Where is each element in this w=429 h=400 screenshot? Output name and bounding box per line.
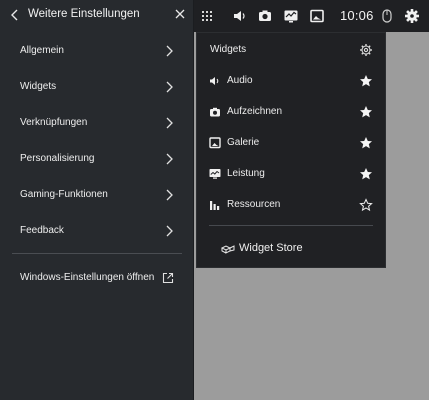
panel-title: Weitere Einstellungen	[28, 8, 140, 20]
settings-divider	[12, 253, 182, 254]
widget-item-label: Galerie	[227, 137, 260, 148]
chevron-right-icon	[166, 189, 173, 201]
chevron-right-icon	[166, 45, 173, 57]
camera-icon[interactable]	[255, 7, 275, 25]
chevron-right-icon	[166, 117, 173, 129]
settings-item-label: Gaming-Funktionen	[20, 189, 108, 200]
widget-menu-divider	[209, 225, 373, 226]
camera-icon	[210, 107, 220, 117]
back-arrow-icon[interactable]	[8, 7, 22, 23]
mouse-icon[interactable]	[377, 7, 397, 25]
star-filled-icon[interactable]	[359, 167, 373, 181]
widget-item-audio[interactable]: Audio	[197, 69, 385, 93]
settings-item-verknuepfungen[interactable]: Verknüpfungen	[0, 108, 194, 138]
settings-item-personalisierung[interactable]: Personalisierung	[0, 144, 194, 174]
widget-item-label: Leistung	[227, 168, 265, 179]
star-filled-icon[interactable]	[359, 136, 373, 150]
chevron-right-icon	[166, 225, 173, 237]
widget-menu: Widgets Audio Aufzeichnen Galerie Leistu…	[196, 32, 386, 268]
star-filled-icon[interactable]	[359, 74, 373, 88]
gear-icon[interactable]	[359, 43, 373, 57]
settings-item-label: Allgemein	[20, 45, 64, 56]
star-filled-icon[interactable]	[359, 105, 373, 119]
external-link-icon	[162, 272, 174, 284]
settings-item-gaming-funktionen[interactable]: Gaming-Funktionen	[0, 180, 194, 210]
close-icon[interactable]	[172, 6, 188, 22]
settings-item-label: Verknüpfungen	[20, 117, 88, 128]
widget-item-leistung[interactable]: Leistung	[197, 162, 385, 186]
widget-store-label: Widget Store	[239, 242, 303, 254]
performance-icon	[209, 169, 221, 179]
widget-store-icon	[221, 245, 235, 254]
settings-item-feedback[interactable]: Feedback	[0, 216, 194, 246]
windows-settings-link[interactable]: Windows-Einstellungen öffnen	[0, 263, 194, 293]
star-outline-icon[interactable]	[359, 198, 373, 212]
settings-item-label: Personalisierung	[20, 153, 95, 164]
clock: 10:06	[340, 8, 374, 23]
audio-icon[interactable]	[230, 7, 250, 25]
widget-item-aufzeichnen[interactable]: Aufzeichnen	[197, 100, 385, 124]
speaker-icon	[210, 77, 219, 85]
resources-icon	[210, 201, 220, 210]
settings-item-label: Feedback	[20, 225, 64, 236]
settings-panel: Weitere Einstellungen Allgemein Widgets …	[0, 0, 194, 400]
gear-icon[interactable]	[402, 7, 422, 25]
windows-settings-label: Windows-Einstellungen öffnen	[20, 272, 155, 283]
performance-icon[interactable]	[281, 7, 301, 25]
settings-item-widgets[interactable]: Widgets	[0, 72, 194, 102]
settings-header: Weitere Einstellungen	[0, 0, 194, 30]
gallery-icon	[209, 137, 221, 149]
chevron-right-icon	[166, 81, 173, 93]
gallery-icon[interactable]	[307, 7, 327, 25]
widget-item-label: Audio	[227, 75, 253, 86]
widget-item-label: Ressourcen	[227, 199, 281, 210]
widget-item-label: Aufzeichnen	[227, 106, 283, 117]
settings-item-allgemein[interactable]: Allgemein	[0, 36, 194, 66]
widget-menu-title: Widgets	[210, 44, 247, 55]
chevron-right-icon	[166, 153, 173, 165]
grid-icon[interactable]	[197, 7, 217, 25]
widget-item-galerie[interactable]: Galerie	[197, 131, 385, 155]
widget-store-button[interactable]: Widget Store	[197, 237, 385, 261]
widget-item-ressourcen[interactable]: Ressourcen	[197, 193, 385, 217]
widget-menu-header: Widgets	[197, 38, 385, 62]
settings-item-label: Widgets	[20, 81, 57, 92]
